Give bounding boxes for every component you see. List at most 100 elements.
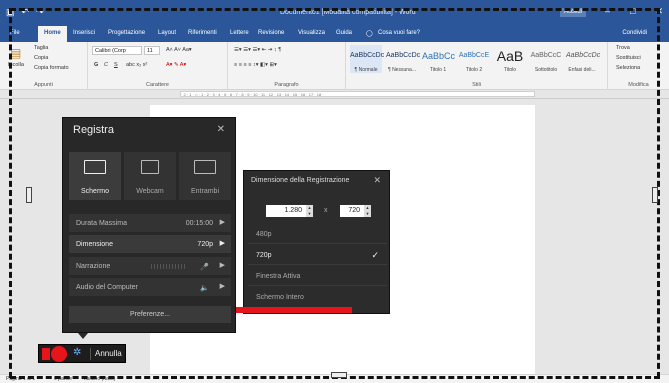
width-input[interactable]: 1.280: [266, 205, 306, 217]
redo-icon[interactable]: ↷: [36, 7, 44, 18]
font-grow-icon[interactable]: A˄ A˅ Aa▾: [166, 47, 192, 53]
window-controls: – □ ✕: [605, 6, 663, 17]
style-no-spacing[interactable]: AaBbCcDc ¶ Nessuna...: [386, 45, 420, 73]
recording-size-panel: Dimensione della Registrazione ✕ 1.280 ▲…: [243, 170, 390, 314]
language-indicator[interactable]: Italiano (Italia): [84, 376, 115, 382]
sign-in-button[interactable]: Accedi: [560, 8, 586, 17]
style-name: Titolo: [503, 67, 517, 73]
font-label: Carattere: [146, 82, 169, 88]
horizontal-ruler: · 2 · 1 · ⌂ · 1 · 2 · 3 · 4 · 5 · 6 · 7 …: [0, 90, 669, 99]
speaker-icon[interactable]: 🔈: [200, 284, 209, 292]
gear-icon[interactable]: ✲: [73, 347, 81, 358]
close-icon[interactable]: ✕: [373, 175, 381, 186]
mode-screen[interactable]: Schermo: [69, 152, 121, 200]
option-active-window[interactable]: Finestra Attiva: [248, 266, 387, 286]
tab-design[interactable]: Progettazione: [108, 30, 145, 36]
format-painter-button[interactable]: Copia formato: [34, 65, 69, 71]
computer-audio-row[interactable]: Audio del Computer 🔈 ▶: [69, 278, 231, 297]
tab-help[interactable]: Guida: [336, 30, 352, 36]
tab-file[interactable]: File: [10, 30, 20, 36]
clipboard-group: ▤ Incolla Taglia Copia Copia formato App…: [0, 42, 88, 90]
maximize-icon[interactable]: □: [630, 6, 635, 17]
share-button[interactable]: Condividi: [622, 30, 647, 36]
undo-icon[interactable]: ↶: [22, 7, 30, 18]
microphone-icon[interactable]: 🎤: [200, 263, 209, 271]
clipboard-label: Appunti: [34, 82, 53, 88]
style-preview: AaBbCcDc: [566, 52, 601, 59]
minimize-icon[interactable]: –: [605, 6, 610, 17]
status-bar: Pagina 1 di 1 0 parole Italiano (Italia): [0, 374, 669, 383]
tab-view[interactable]: Visualizza: [298, 30, 325, 36]
max-duration-row[interactable]: Durata Massima 00:15:00 ▶: [69, 214, 231, 233]
chevron-right-icon: ▶: [219, 219, 225, 226]
option-720p[interactable]: 720p ✓: [248, 245, 387, 265]
replace-button[interactable]: Sostituisci: [616, 55, 641, 61]
width-stepper[interactable]: ▲ ▼: [306, 205, 313, 217]
paste-icon[interactable]: ▤: [10, 46, 21, 60]
chevron-right-icon: ▶: [219, 240, 225, 247]
italic-button[interactable]: C: [104, 62, 108, 68]
align-icons[interactable]: ≡ ≡ ≡ ≡ ↕▾ ◧▾ ⊞▾: [234, 62, 277, 68]
cancel-button[interactable]: Annulla: [95, 349, 122, 358]
mode-label: Webcam: [136, 188, 164, 195]
tab-references[interactable]: Riferimenti: [188, 30, 217, 36]
checkmark-icon: ✓: [371, 250, 379, 260]
editing-label: Modifica: [628, 82, 649, 88]
record-button[interactable]: [51, 346, 67, 362]
style-subtitle[interactable]: AaBbCcC Sottotitolo: [530, 45, 562, 73]
underline-button[interactable]: S: [114, 62, 118, 68]
record-control-bar: ✲ Annulla: [38, 344, 126, 363]
record-dialog: Registra ✕ Schermo Webcam Entrambi Durat…: [62, 117, 236, 333]
style-name: ¶ Normale: [354, 67, 378, 73]
tab-layout[interactable]: Layout: [158, 30, 176, 36]
height-input[interactable]: 720: [340, 205, 364, 217]
option-full-screen[interactable]: Schermo Intero: [248, 287, 387, 307]
mode-both[interactable]: Entrambi: [179, 152, 231, 200]
option-480p[interactable]: 480p: [248, 224, 387, 244]
styles-label: Stili: [472, 82, 481, 88]
size-row[interactable]: Dimensione 720p ▶: [69, 235, 231, 254]
style-heading-2[interactable]: AaBbCcE Titolo 2: [458, 45, 490, 73]
paste-button[interactable]: Incolla: [8, 62, 24, 68]
drag-handle[interactable]: [42, 348, 50, 360]
close-icon[interactable]: ✕: [217, 124, 225, 135]
font-size-box[interactable]: 11: [144, 46, 160, 55]
tab-mailings[interactable]: Lettere: [230, 30, 249, 36]
select-button[interactable]: Seleziona: [616, 65, 640, 71]
webcam-icon: [141, 160, 159, 174]
bold-button[interactable]: G: [94, 62, 98, 68]
narration-row[interactable]: Narrazione 🎤 ▶: [69, 257, 231, 276]
tab-insert[interactable]: Inserisci: [73, 30, 95, 36]
word-count[interactable]: 0 parole: [54, 376, 72, 382]
tab-home[interactable]: Home: [38, 26, 67, 42]
cut-button[interactable]: Taglia: [34, 45, 48, 51]
font-name-box[interactable]: Calibri (Corp: [92, 46, 142, 55]
save-icon[interactable]: ▣: [6, 7, 15, 18]
highlight-underline: [236, 307, 352, 313]
find-button[interactable]: Trova: [616, 45, 630, 51]
font-group: Calibri (Corp 11 A˄ A˅ Aa▾ G C S abc x₂ …: [88, 42, 228, 90]
preferences-button[interactable]: Preferenze...: [69, 306, 231, 323]
style-heading-1[interactable]: AaBbCc Titolo 1: [422, 45, 455, 73]
style-name: Enfasi deli...: [568, 67, 596, 73]
style-subtle-emphasis[interactable]: AaBbCcDc Enfasi deli...: [566, 45, 601, 73]
strikethrough-icon[interactable]: abc x₂ x²: [126, 62, 147, 68]
row-label: Dimensione: [76, 241, 113, 248]
tell-me-search[interactable]: Cosa vuoi fare?: [378, 30, 420, 36]
tab-review[interactable]: Revisione: [258, 30, 284, 36]
height-stepper[interactable]: ▲ ▼: [364, 205, 371, 217]
style-preview: AaBbCcDc: [350, 52, 385, 59]
page-count[interactable]: Pagina 1 di 1: [6, 376, 35, 382]
screen-and-webcam-icon: [194, 160, 216, 174]
font-color-icon[interactable]: A▾ ✎ A▾: [166, 62, 186, 68]
mode-webcam[interactable]: Webcam: [124, 152, 176, 200]
row-value: 720p: [197, 241, 213, 248]
copy-button[interactable]: Copia: [34, 55, 48, 61]
list-icons[interactable]: ☰▾ ☰▾ ☰▾ ⇤ ⇥ ↕ ¶: [234, 47, 281, 53]
option-label: Schermo Intero: [256, 294, 304, 301]
close-icon[interactable]: ✕: [655, 6, 663, 17]
word-title-bar: ▣ ↶ ↷ Documento1 [Modalità compatibilità…: [0, 0, 669, 24]
style-normal[interactable]: AaBbCcDc ¶ Normale: [350, 45, 385, 73]
style-title[interactable]: AaB Titolo: [494, 45, 526, 73]
times-sign: x: [324, 207, 328, 214]
